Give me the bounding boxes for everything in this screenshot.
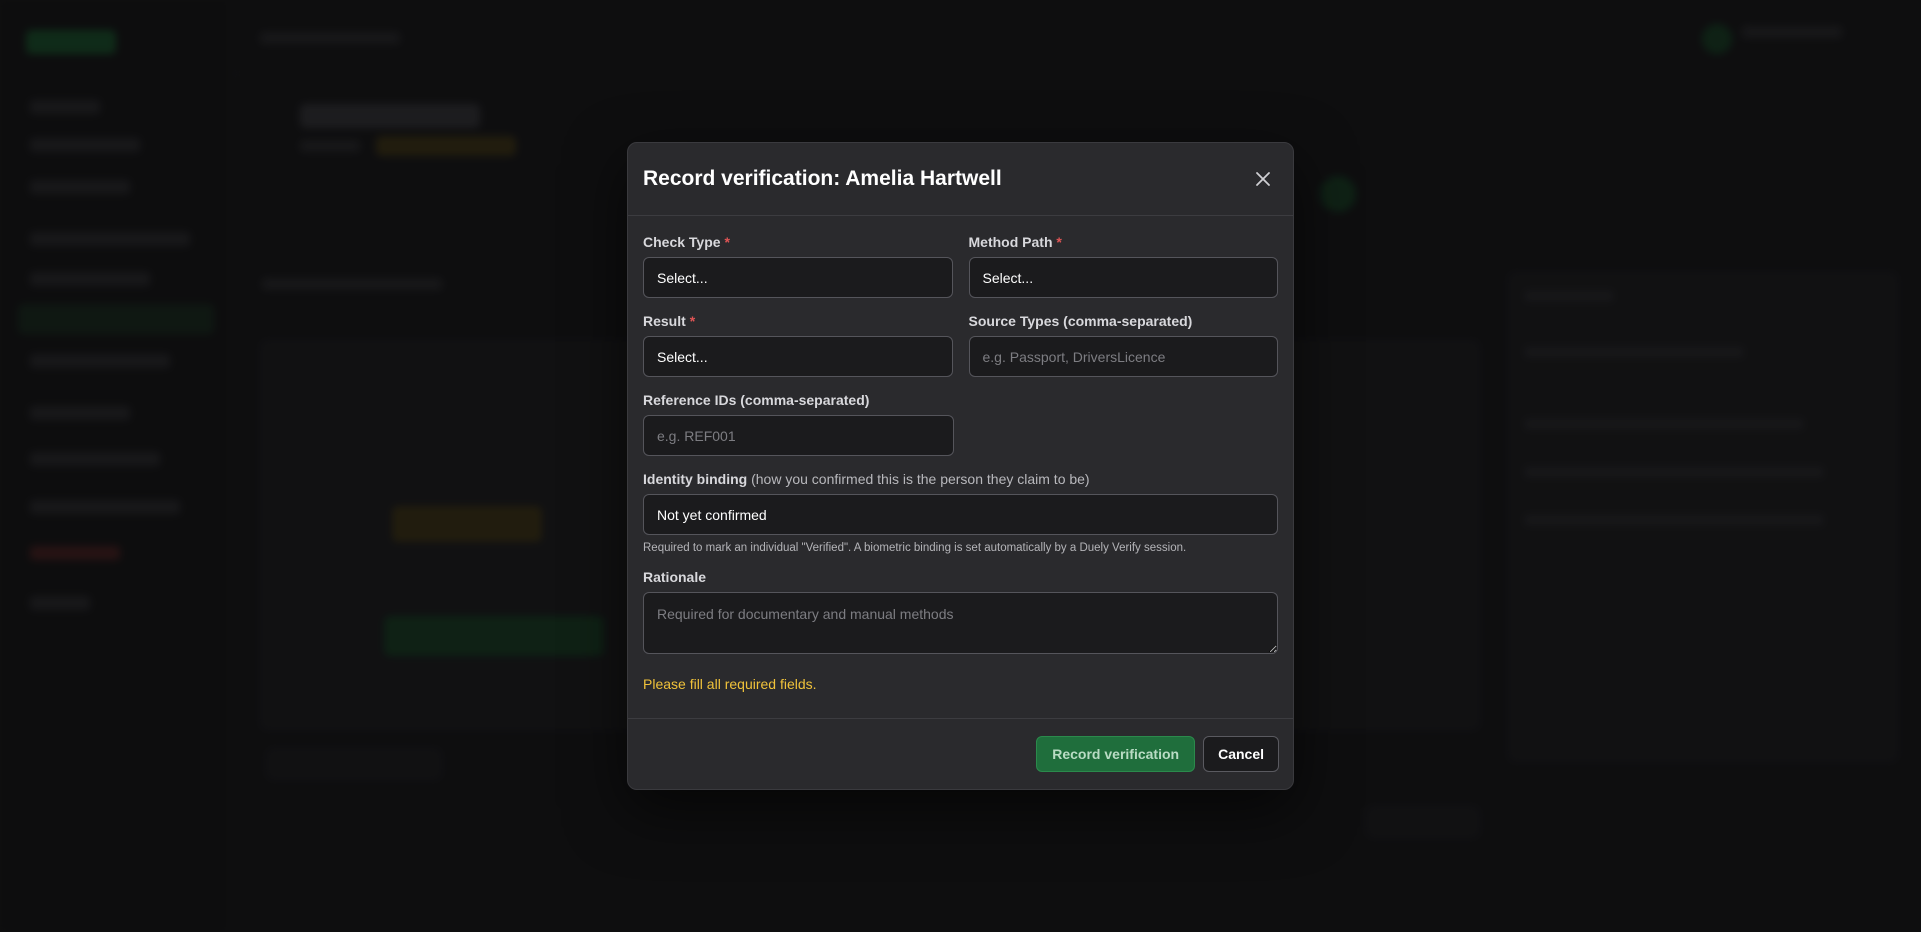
- required-mark: *: [1056, 234, 1062, 250]
- dialog-title: Record verification: Amelia Hartwell: [643, 167, 1002, 190]
- check-type-label: Check Type: [643, 234, 721, 250]
- method-path-field: Method Path * Select...: [968, 234, 1278, 298]
- result-label: Result: [643, 313, 686, 329]
- required-mark: *: [689, 313, 696, 329]
- rationale-textarea[interactable]: [643, 592, 1278, 654]
- check-type-field: Check Type * Select...: [643, 234, 953, 298]
- identity-binding-label: Identity binding: [643, 471, 748, 487]
- close-button[interactable]: [1247, 163, 1279, 195]
- dialog-header: Record verification: Amelia Hartwell: [628, 143, 1293, 216]
- method-path-select[interactable]: Select...: [968, 257, 1278, 298]
- source-types-field: Source Types (comma-separated): [968, 313, 1278, 377]
- identity-binding-helper: Required to mark an individual "Verified…: [643, 542, 1187, 554]
- identity-binding-field: Identity binding (how you confirmed this…: [643, 471, 1278, 554]
- source-types-label: Source Types (comma-separated): [968, 313, 1193, 329]
- close-icon: [1256, 172, 1270, 186]
- record-verification-button[interactable]: Record verification: [1036, 736, 1196, 772]
- reference-ids-label: Reference IDs (comma-separated): [643, 392, 870, 408]
- record-verification-dialog: Record verification: Amelia Hartwell Che…: [627, 142, 1294, 790]
- identity-binding-select[interactable]: Not yet confirmed: [643, 494, 1278, 535]
- rationale-field: Rationale: [643, 569, 1278, 654]
- source-types-input[interactable]: [968, 336, 1278, 377]
- identity-binding-hint: (how you confirmed this is the person th…: [751, 471, 1090, 487]
- reference-ids-input[interactable]: [643, 415, 954, 456]
- cancel-button[interactable]: Cancel: [1203, 736, 1279, 772]
- check-type-select[interactable]: Select...: [643, 257, 953, 298]
- result-field: Result * Select...: [643, 313, 953, 377]
- dialog-body: Check Type * Select... Method Path * Sel…: [628, 216, 1293, 692]
- method-path-label: Method Path: [968, 234, 1053, 250]
- required-mark: *: [724, 234, 730, 250]
- reference-ids-field: Reference IDs (comma-separated): [643, 392, 954, 456]
- rationale-label: Rationale: [643, 569, 707, 585]
- validation-error: Please fill all required fields.: [643, 676, 817, 692]
- dialog-footer: Record verification Cancel: [628, 718, 1293, 789]
- result-select[interactable]: Select...: [643, 336, 953, 377]
